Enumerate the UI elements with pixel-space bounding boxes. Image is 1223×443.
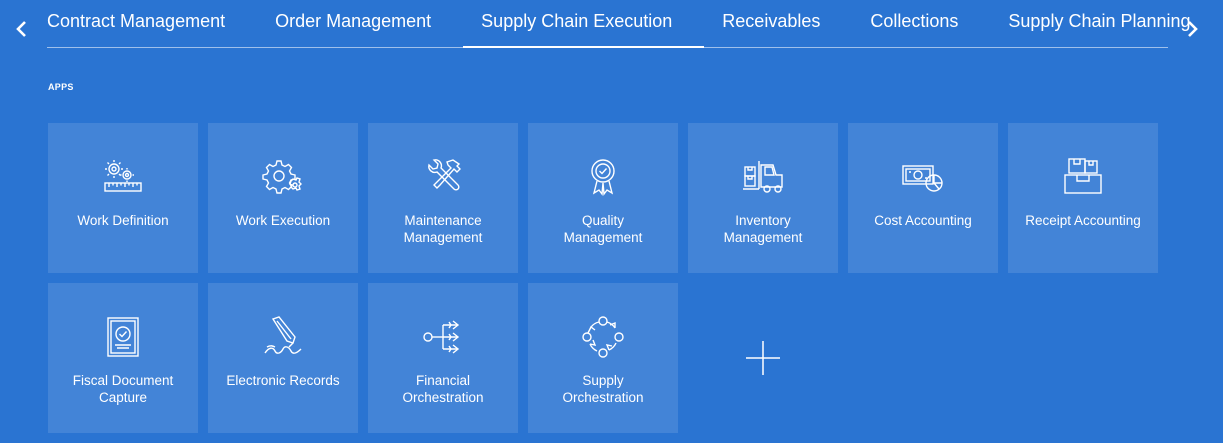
app-label: Quality Management [563, 213, 643, 245]
forklift-icon [739, 153, 787, 201]
gears-ruler-icon [99, 153, 147, 201]
app-tile-receipt-accounting[interactable]: Receipt Accounting [1008, 123, 1158, 273]
app-label: Work Execution [235, 213, 331, 228]
boxes-icon [1059, 153, 1107, 201]
tab-order-management[interactable]: Order Management [275, 0, 431, 47]
app-label: Work Definition [77, 213, 169, 228]
app-label: Supply Orchestration [562, 373, 644, 405]
cycle-icon [579, 313, 627, 361]
app-tile-inventory-management[interactable]: Inventory Management [688, 123, 838, 273]
tab-supply-chain-execution[interactable]: Supply Chain Execution [463, 0, 705, 48]
app-label: Maintenance Management [403, 213, 483, 245]
tab-supply-chain-planning[interactable]: Supply Chain Planning [1008, 0, 1190, 47]
app-label: Financial Orchestration [402, 373, 484, 405]
app-tile-work-definition[interactable]: Work Definition [48, 123, 198, 273]
app-label: Cost Accounting [874, 213, 972, 228]
app-label: Receipt Accounting [1025, 213, 1141, 228]
apps-section-label: APPS [48, 82, 74, 92]
app-label: Inventory Management [723, 213, 803, 245]
scroll-left-chevron-icon[interactable] [10, 14, 34, 44]
app-label: Fiscal Document Capture [72, 373, 174, 405]
document-check-icon [99, 313, 147, 361]
pen-signature-icon [259, 313, 307, 361]
app-tile-work-execution[interactable]: Work Execution [208, 123, 358, 273]
app-tile-financial-orchestration[interactable]: Financial Orchestration [368, 283, 518, 433]
app-tile-cost-accounting[interactable]: Cost Accounting [848, 123, 998, 273]
gears-icon [259, 153, 307, 201]
tab-collections[interactable]: Collections [870, 0, 958, 47]
money-chart-icon [899, 153, 947, 201]
app-tile-quality-management[interactable]: Quality Management [528, 123, 678, 273]
ribbon-award-icon [579, 153, 627, 201]
tab-receivables[interactable]: Receivables [722, 0, 820, 47]
flow-arrows-icon [419, 313, 467, 361]
app-tile-fiscal-document-capture[interactable]: Fiscal Document Capture [48, 283, 198, 433]
app-tile-supply-orchestration[interactable]: Supply Orchestration [528, 283, 678, 433]
app-label: Electronic Records [226, 373, 340, 388]
tab-contract-management[interactable]: Contract Management [47, 0, 225, 47]
tools-icon [419, 153, 467, 201]
tab-bar: Contract Management Order Management Sup… [47, 0, 1191, 48]
apps-grid: Work Definition Work Execution Maintenan… [48, 123, 1158, 433]
scroll-right-chevron-icon[interactable] [1180, 14, 1204, 44]
app-tile-electronic-records[interactable]: Electronic Records [208, 283, 358, 433]
plus-icon [746, 341, 780, 375]
add-app-button[interactable] [688, 283, 838, 433]
app-tile-maintenance-management[interactable]: Maintenance Management [368, 123, 518, 273]
